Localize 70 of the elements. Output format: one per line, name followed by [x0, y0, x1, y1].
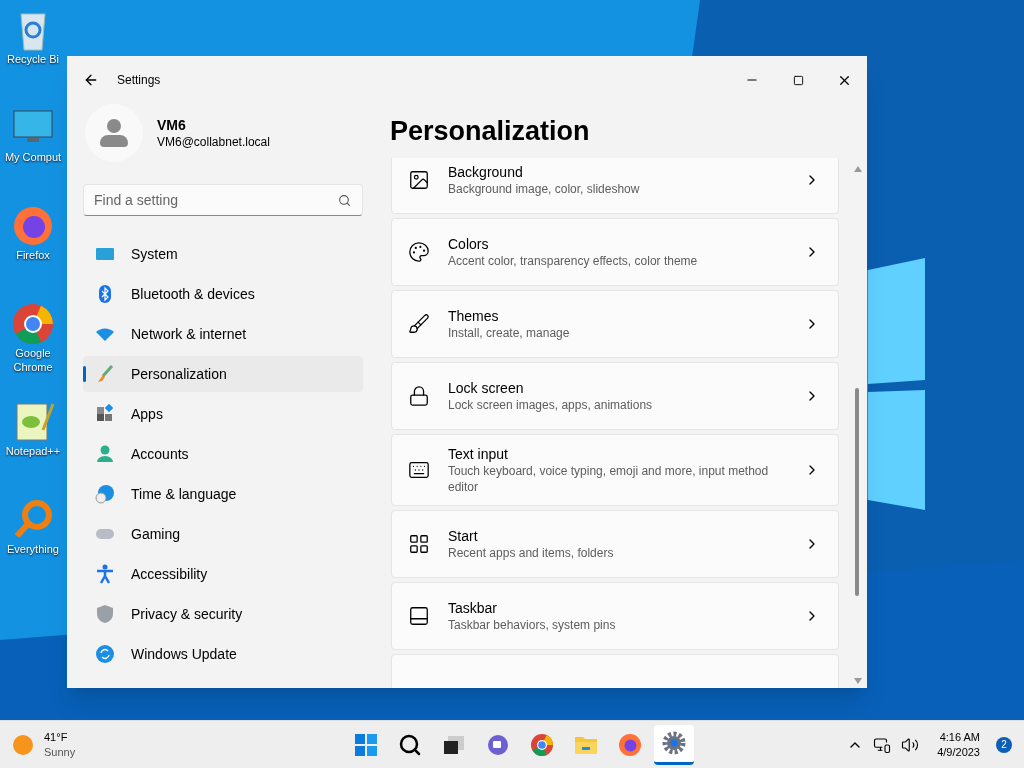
- image-icon: [408, 169, 430, 191]
- card-title: Themes: [448, 307, 500, 325]
- start-menu-icon: [408, 533, 430, 555]
- chrome-icon: [530, 732, 554, 757]
- search-icon: [398, 732, 422, 757]
- apps-icon: [95, 404, 115, 424]
- selection-indicator: [83, 366, 86, 382]
- taskbar-icon: [408, 605, 430, 627]
- user-name: VM6: [157, 116, 187, 134]
- card-title: Colors: [448, 235, 490, 253]
- nav-item[interactable]: Bluetooth & devices: [83, 276, 363, 312]
- settings-card[interactable]: Lock screen Lock screen images, apps, animations: [391, 362, 839, 430]
- card-description: Touch keyboard, voice typing, emoji and more, input method editor: [448, 463, 770, 495]
- search-field[interactable]: Find a setting: [83, 184, 363, 216]
- palette-icon: [408, 241, 430, 263]
- firefox-icon: [618, 732, 642, 757]
- globe-clock-icon: [95, 484, 115, 504]
- nav-item[interactable]: Privacy & security: [83, 596, 363, 632]
- nav-item[interactable]: Accessibility: [83, 556, 363, 592]
- settings-card[interactable]: Themes Install, create, manage: [391, 290, 839, 358]
- chat-icon: [486, 732, 510, 757]
- card-title: Taskbar: [448, 599, 499, 617]
- nav-item[interactable]: Windows Update: [83, 636, 363, 672]
- temperature: 41°F: [44, 729, 69, 745]
- chrome-icon: [11, 302, 55, 346]
- firefox-icon: [11, 204, 55, 248]
- clock-time[interactable]: 4:16 AM: [939, 729, 980, 745]
- settings-card[interactable]: Text input Touch keyboard, voice typing, emoji and more, input method editor: [391, 434, 839, 506]
- nav-item[interactable]: Gaming: [83, 516, 363, 552]
- settings-card[interactable]: Start Recent apps and items, folders: [391, 510, 839, 578]
- nav-item[interactable]: Personalization: [83, 356, 363, 392]
- shield-icon: [95, 604, 115, 624]
- card-description: Install, create, manage: [448, 325, 571, 341]
- nav-item[interactable]: Apps: [83, 396, 363, 432]
- card-description: Accent color, transparency effects, color theme: [448, 253, 699, 269]
- weather-condition: Sunny: [44, 744, 76, 760]
- paintbrush-icon: [95, 364, 115, 384]
- sun-icon: [12, 733, 34, 756]
- card-description: Taskbar behaviors, system pins: [448, 617, 617, 633]
- paintbrush-icon: [408, 313, 430, 335]
- card-title: Lock screen: [448, 379, 525, 397]
- lock-screen-icon: [408, 385, 430, 407]
- notification-badge[interactable]: 2: [996, 736, 1012, 753]
- window-title: Settings: [117, 72, 161, 89]
- settings-card[interactable]: Colors Accent color, transparency effects, color theme: [391, 218, 839, 286]
- search-icon: [338, 194, 351, 207]
- person-icon: [95, 444, 115, 464]
- accessibility-icon: [95, 564, 115, 584]
- card-description: Lock screen images, apps, animations: [448, 397, 654, 413]
- user-email: VM6@collabnet.local: [157, 134, 270, 150]
- volume-icon[interactable]: [901, 735, 920, 754]
- card-title: Start: [448, 527, 479, 545]
- settings-card[interactable]: Background Background image, color, slideshow: [391, 158, 839, 214]
- network-icon[interactable]: [873, 735, 892, 754]
- card-title: Text input: [448, 445, 509, 463]
- card-description: Background image, color, slideshow: [448, 181, 641, 197]
- nav-item[interactable]: System: [83, 236, 363, 272]
- keyboard-icon: [408, 459, 430, 481]
- page-title: Personalization: [389, 115, 591, 148]
- gear-icon: [662, 731, 686, 755]
- settings-card[interactable]: Taskbar Taskbar behaviors, system pins: [391, 582, 839, 650]
- nav-item[interactable]: Time & language: [83, 476, 363, 512]
- clock-date[interactable]: 4/9/2023: [937, 744, 980, 760]
- windows-logo-icon: [354, 732, 378, 757]
- nav-item[interactable]: Network & internet: [83, 316, 363, 352]
- update-icon: [95, 644, 115, 664]
- maximize-icon: [792, 74, 804, 86]
- nav-item[interactable]: Accounts: [83, 436, 363, 472]
- card-description: Recent apps and items, folders: [448, 545, 615, 561]
- card-title: Background: [448, 163, 524, 181]
